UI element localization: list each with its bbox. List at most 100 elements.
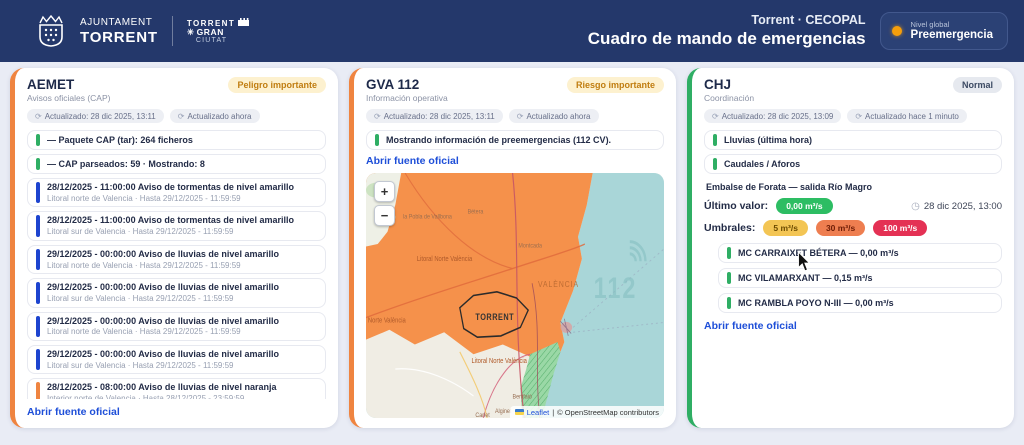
aemet-source-link[interactable]: Abrir fuente oficial bbox=[27, 406, 326, 418]
alert-level-bar bbox=[36, 282, 40, 303]
global-level-badge[interactable]: Nivel global Preemergencia bbox=[880, 12, 1008, 51]
gva-source-link[interactable]: Abrir fuente oficial bbox=[366, 155, 664, 167]
aemet-title: AEMET bbox=[27, 77, 110, 92]
category-title: Caudales / Aforos bbox=[724, 159, 800, 170]
refresh-icon: ⟳ bbox=[374, 112, 381, 121]
alert-item: — Paquete CAP (tar): 264 ficheros bbox=[27, 130, 326, 150]
gva-subtitle: Información operativa bbox=[366, 93, 448, 103]
aemet-refresh-text: Actualizado ahora bbox=[187, 112, 251, 121]
gauge-item[interactable]: MC CARRAIXET BÉTERA — 0,00 m³/s bbox=[718, 243, 1002, 263]
chj-title: CHJ bbox=[704, 77, 754, 92]
gva-preemergency-map[interactable]: 112 Litoral Norte València Litoral Norte… bbox=[366, 173, 664, 418]
page-title: Cuadro de mando de emergencias bbox=[588, 28, 866, 49]
gauge-item[interactable]: MC RAMBLA POYO N-III — 0,00 m³/s bbox=[718, 293, 1002, 313]
gran-ciutat-line-2: GRAN bbox=[197, 28, 224, 38]
gva-title: GVA 112 bbox=[366, 77, 448, 92]
aemet-alert-list: — Paquete CAP (tar): 264 ficheros — CAP … bbox=[27, 130, 326, 399]
clock-icon: ◷ bbox=[911, 201, 920, 212]
info-item: Mostrando información de preemergencias … bbox=[366, 130, 664, 150]
map-region-label: Litoral Norte València bbox=[472, 357, 528, 365]
alert-item: 28/12/2025 - 11:00:00 Aviso de tormentas… bbox=[27, 211, 326, 240]
brand-area: AJUNTAMENT TORRENT TORRENT ✳ GRAN CIUTAT bbox=[36, 14, 249, 48]
leaflet-link[interactable]: Leaflet bbox=[527, 408, 550, 417]
gauge-list: MC CARRAIXET BÉTERA — 0,00 m³/s MC VILAM… bbox=[718, 243, 1002, 313]
map-region-label: Litoral Norte València bbox=[417, 256, 473, 264]
gauge-level-bar bbox=[727, 247, 731, 259]
alert-meta: Litoral sur de Valencia · Hasta 29/12/20… bbox=[47, 361, 279, 371]
alert-level-bar bbox=[36, 249, 40, 270]
chj-refresh-text: Actualizado hace 1 minuto bbox=[865, 112, 959, 121]
star-glyph: ✳ bbox=[187, 28, 195, 38]
refresh-icon: ⟳ bbox=[517, 112, 524, 121]
map-town-label: Bétera bbox=[468, 208, 484, 216]
alert-item: 28/12/2025 - 11:00:00 Aviso de tormentas… bbox=[27, 178, 326, 207]
map-attribution: Leaflet | © OpenStreetMap contributors bbox=[510, 406, 664, 418]
category-item[interactable]: Lluvias (última hora) bbox=[704, 130, 1002, 150]
map-region-label: Litoral Norte València bbox=[366, 317, 406, 325]
chj-refresh-chip[interactable]: ⟳ Actualizado hace 1 minuto bbox=[847, 109, 967, 123]
threshold-pill: 5 m³/s bbox=[763, 220, 808, 236]
aemet-refresh-chip[interactable]: ⟳ Actualizado ahora bbox=[170, 109, 260, 123]
chj-subtitle: Coordinación bbox=[704, 93, 754, 103]
alert-title: 28/12/2025 - 08:00:00 Aviso de lluvias d… bbox=[47, 382, 276, 393]
alert-item: 29/12/2025 - 00:00:00 Aviso de lluvias d… bbox=[27, 312, 326, 341]
station-timestamp-text: 28 dic 2025, 13:00 bbox=[924, 201, 1002, 212]
ajuntament-torrent-logo: AJUNTAMENT TORRENT bbox=[80, 18, 158, 45]
alert-meta: Interior norte de Valencia · Hasta 28/12… bbox=[47, 394, 276, 399]
mouse-cursor bbox=[797, 252, 811, 277]
refresh-icon: ⟳ bbox=[712, 112, 719, 121]
alert-meta: Litoral norte de Valencia · Hasta 29/12/… bbox=[47, 261, 279, 271]
map-town-label: Carlet bbox=[475, 411, 490, 418]
alert-meta: Litoral sur de Valencia · Hasta 29/12/20… bbox=[47, 294, 279, 304]
app-header: AJUNTAMENT TORRENT TORRENT ✳ GRAN CIUTAT bbox=[0, 0, 1024, 62]
global-level-value: Preemergencia bbox=[911, 29, 993, 43]
chj-source-link[interactable]: Abrir fuente oficial bbox=[704, 320, 1002, 332]
gva-info-list: Mostrando información de preemergencias … bbox=[366, 130, 664, 150]
gauge-title: MC CARRAIXET BÉTERA — 0,00 m³/s bbox=[738, 248, 899, 259]
logo-line-2: TORRENT bbox=[80, 30, 158, 45]
alert-level-bar bbox=[36, 182, 40, 203]
last-value-label: Último valor: bbox=[704, 200, 768, 212]
threshold-pill: 100 m³/s bbox=[873, 220, 927, 236]
castle-icon bbox=[238, 17, 249, 28]
aemet-updated-chip: ⟳ Actualizado: 28 dic 2025, 13:11 bbox=[27, 109, 164, 123]
attribution-separator: | bbox=[552, 408, 554, 417]
gva-updated-text: Actualizado: 28 dic 2025, 13:11 bbox=[384, 112, 495, 121]
info-level-bar bbox=[375, 134, 379, 146]
aemet-subtitle: Avisos oficiales (CAP) bbox=[27, 93, 110, 103]
zoom-out-button[interactable]: − bbox=[374, 205, 395, 226]
alert-item: 29/12/2025 - 00:00:00 Aviso de lluvias d… bbox=[27, 245, 326, 274]
map-town-label: Benifaió bbox=[513, 393, 533, 401]
alert-title: 29/12/2025 - 00:00:00 Aviso de lluvias d… bbox=[47, 349, 279, 360]
chj-updated-chip: ⟳ Actualizado: 28 dic 2025, 13:09 bbox=[704, 109, 841, 123]
map-zoom-controls: + − bbox=[374, 181, 395, 226]
dashboard-panels: AEMET Avisos oficiales (CAP) Peligro imp… bbox=[0, 62, 1024, 428]
torrent-coat-of-arms-icon bbox=[36, 14, 66, 48]
page-subtitle: Torrent · CECOPAL bbox=[588, 13, 866, 29]
gauge-level-bar bbox=[727, 272, 731, 284]
gauge-item[interactable]: MC VILAMARXANT — 0,15 m³/s bbox=[718, 268, 1002, 288]
torrent-gran-ciutat-logo: TORRENT ✳ GRAN CIUTAT bbox=[187, 17, 249, 46]
last-value-pill: 0,00 m³/s bbox=[776, 198, 832, 214]
osm-link[interactable]: © OpenStreetMap contributors bbox=[557, 408, 659, 417]
aemet-updated-text: Actualizado: 28 dic 2025, 13:11 bbox=[45, 112, 156, 121]
gva-updated-chip: ⟳ Actualizado: 28 dic 2025, 13:11 bbox=[366, 109, 503, 123]
refresh-icon: ⟳ bbox=[178, 112, 185, 121]
aemet-status-badge: Peligro importante bbox=[228, 77, 326, 93]
zoom-in-button[interactable]: + bbox=[374, 181, 395, 202]
gva-refresh-chip[interactable]: ⟳ Actualizado ahora bbox=[509, 109, 599, 123]
alert-title: 28/12/2025 - 11:00:00 Aviso de tormentas… bbox=[47, 215, 294, 226]
gauge-title: MC RAMBLA POYO N-III — 0,00 m³/s bbox=[738, 298, 894, 309]
alert-level-bar bbox=[36, 158, 40, 170]
alert-item: 28/12/2025 - 08:00:00 Aviso de lluvias d… bbox=[27, 378, 326, 399]
global-level-label: Nivel global bbox=[911, 20, 993, 29]
chj-updated-text: Actualizado: 28 dic 2025, 13:09 bbox=[722, 112, 834, 121]
alert-title: 29/12/2025 - 00:00:00 Aviso de lluvias d… bbox=[47, 282, 279, 293]
category-item[interactable]: Caudales / Aforos bbox=[704, 154, 1002, 174]
page-title-block: Torrent · CECOPAL Cuadro de mando de eme… bbox=[588, 13, 866, 50]
alert-title: 29/12/2025 - 00:00:00 Aviso de lluvias d… bbox=[47, 249, 279, 260]
station-timestamp: ◷ 28 dic 2025, 13:00 bbox=[911, 201, 1002, 212]
map-town-label: la Pobla de Vallbona bbox=[403, 213, 452, 221]
alert-item: 29/12/2025 - 00:00:00 Aviso de lluvias d… bbox=[27, 345, 326, 374]
alert-level-bar bbox=[36, 349, 40, 370]
